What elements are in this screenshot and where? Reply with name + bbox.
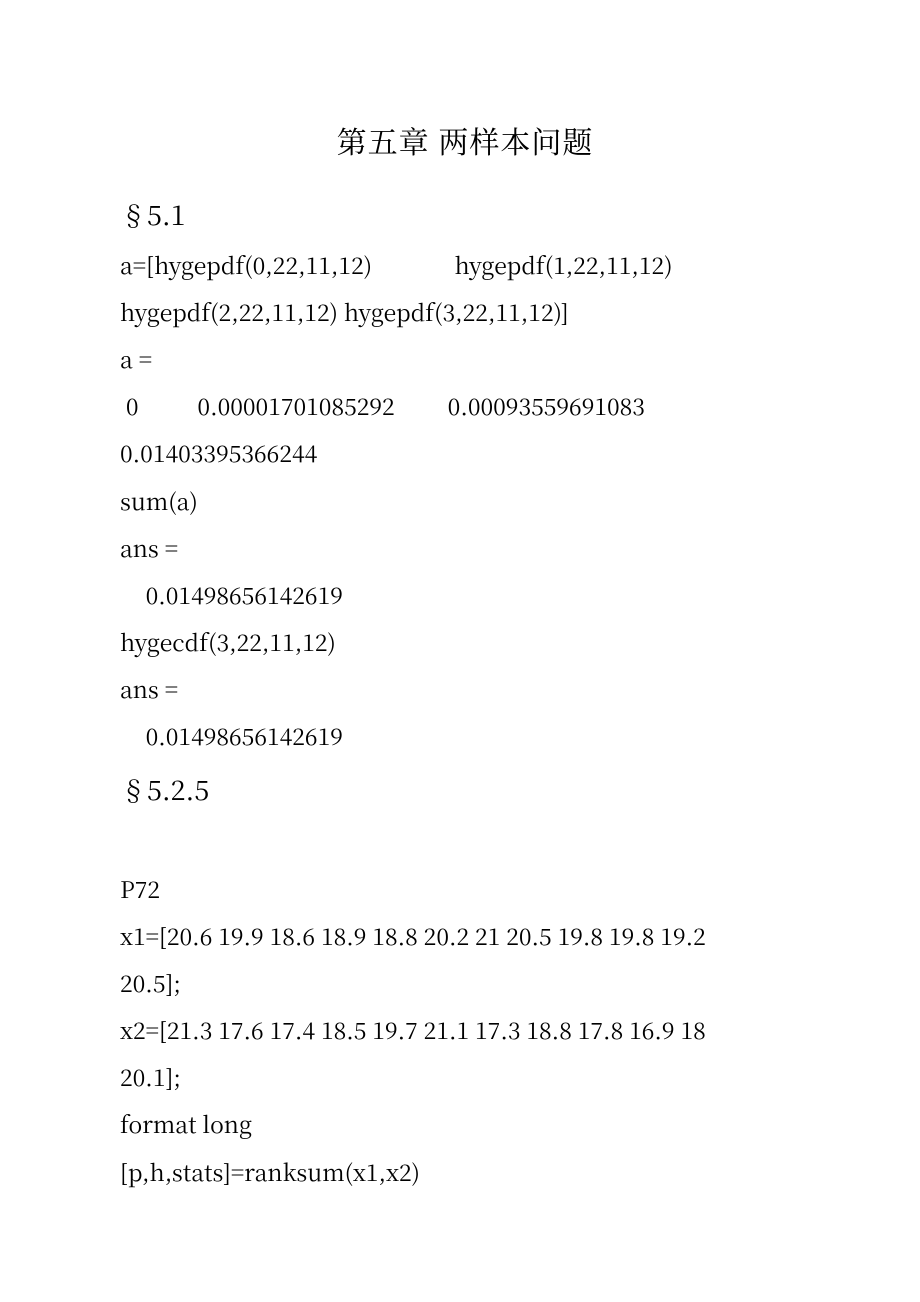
chapter-title: 第五章 两样本问题 bbox=[120, 110, 810, 172]
output-line: ans = bbox=[120, 665, 810, 712]
code-line: x1=[20.6 19.9 18.6 18.9 18.8 20.2 21 20.… bbox=[120, 912, 810, 959]
output-line: 0.01498656142619 bbox=[120, 571, 810, 618]
code-line: 20.5]; bbox=[120, 959, 810, 1006]
section-5-1: §5.1 bbox=[120, 186, 810, 241]
output-line: 0 0.00001701085292 0.00093559691083 bbox=[120, 382, 810, 429]
code-line: x2=[21.3 17.6 17.4 18.5 19.7 21.1 17.3 1… bbox=[120, 1006, 810, 1053]
code-line: sum(a) bbox=[120, 477, 810, 524]
section-5-2-5: §5.2.5 bbox=[120, 761, 810, 816]
document-page: 第五章 两样本问题 §5.1 a=[hygepdf(0,22,11,12) hy… bbox=[0, 0, 920, 1302]
code-line: hygepdf(2,22,11,12) hygepdf(3,22,11,12)] bbox=[120, 288, 810, 335]
code-line: [p,h,stats]=ranksum(x1,x2) bbox=[120, 1148, 810, 1195]
output-line: a = bbox=[120, 335, 810, 382]
code-line: 20.1]; bbox=[120, 1053, 810, 1100]
blank-line bbox=[120, 817, 810, 865]
code-line: hygecdf(3,22,11,12) bbox=[120, 618, 810, 665]
output-line: 0.01498656142619 bbox=[120, 712, 810, 759]
output-line: ans = bbox=[120, 524, 810, 571]
page-ref: P72 bbox=[120, 865, 810, 912]
output-line: 0.01403395366244 bbox=[120, 429, 810, 476]
code-line: format long bbox=[120, 1100, 810, 1147]
code-line: a=[hygepdf(0,22,11,12) hygepdf(1,22,11,1… bbox=[120, 241, 810, 288]
